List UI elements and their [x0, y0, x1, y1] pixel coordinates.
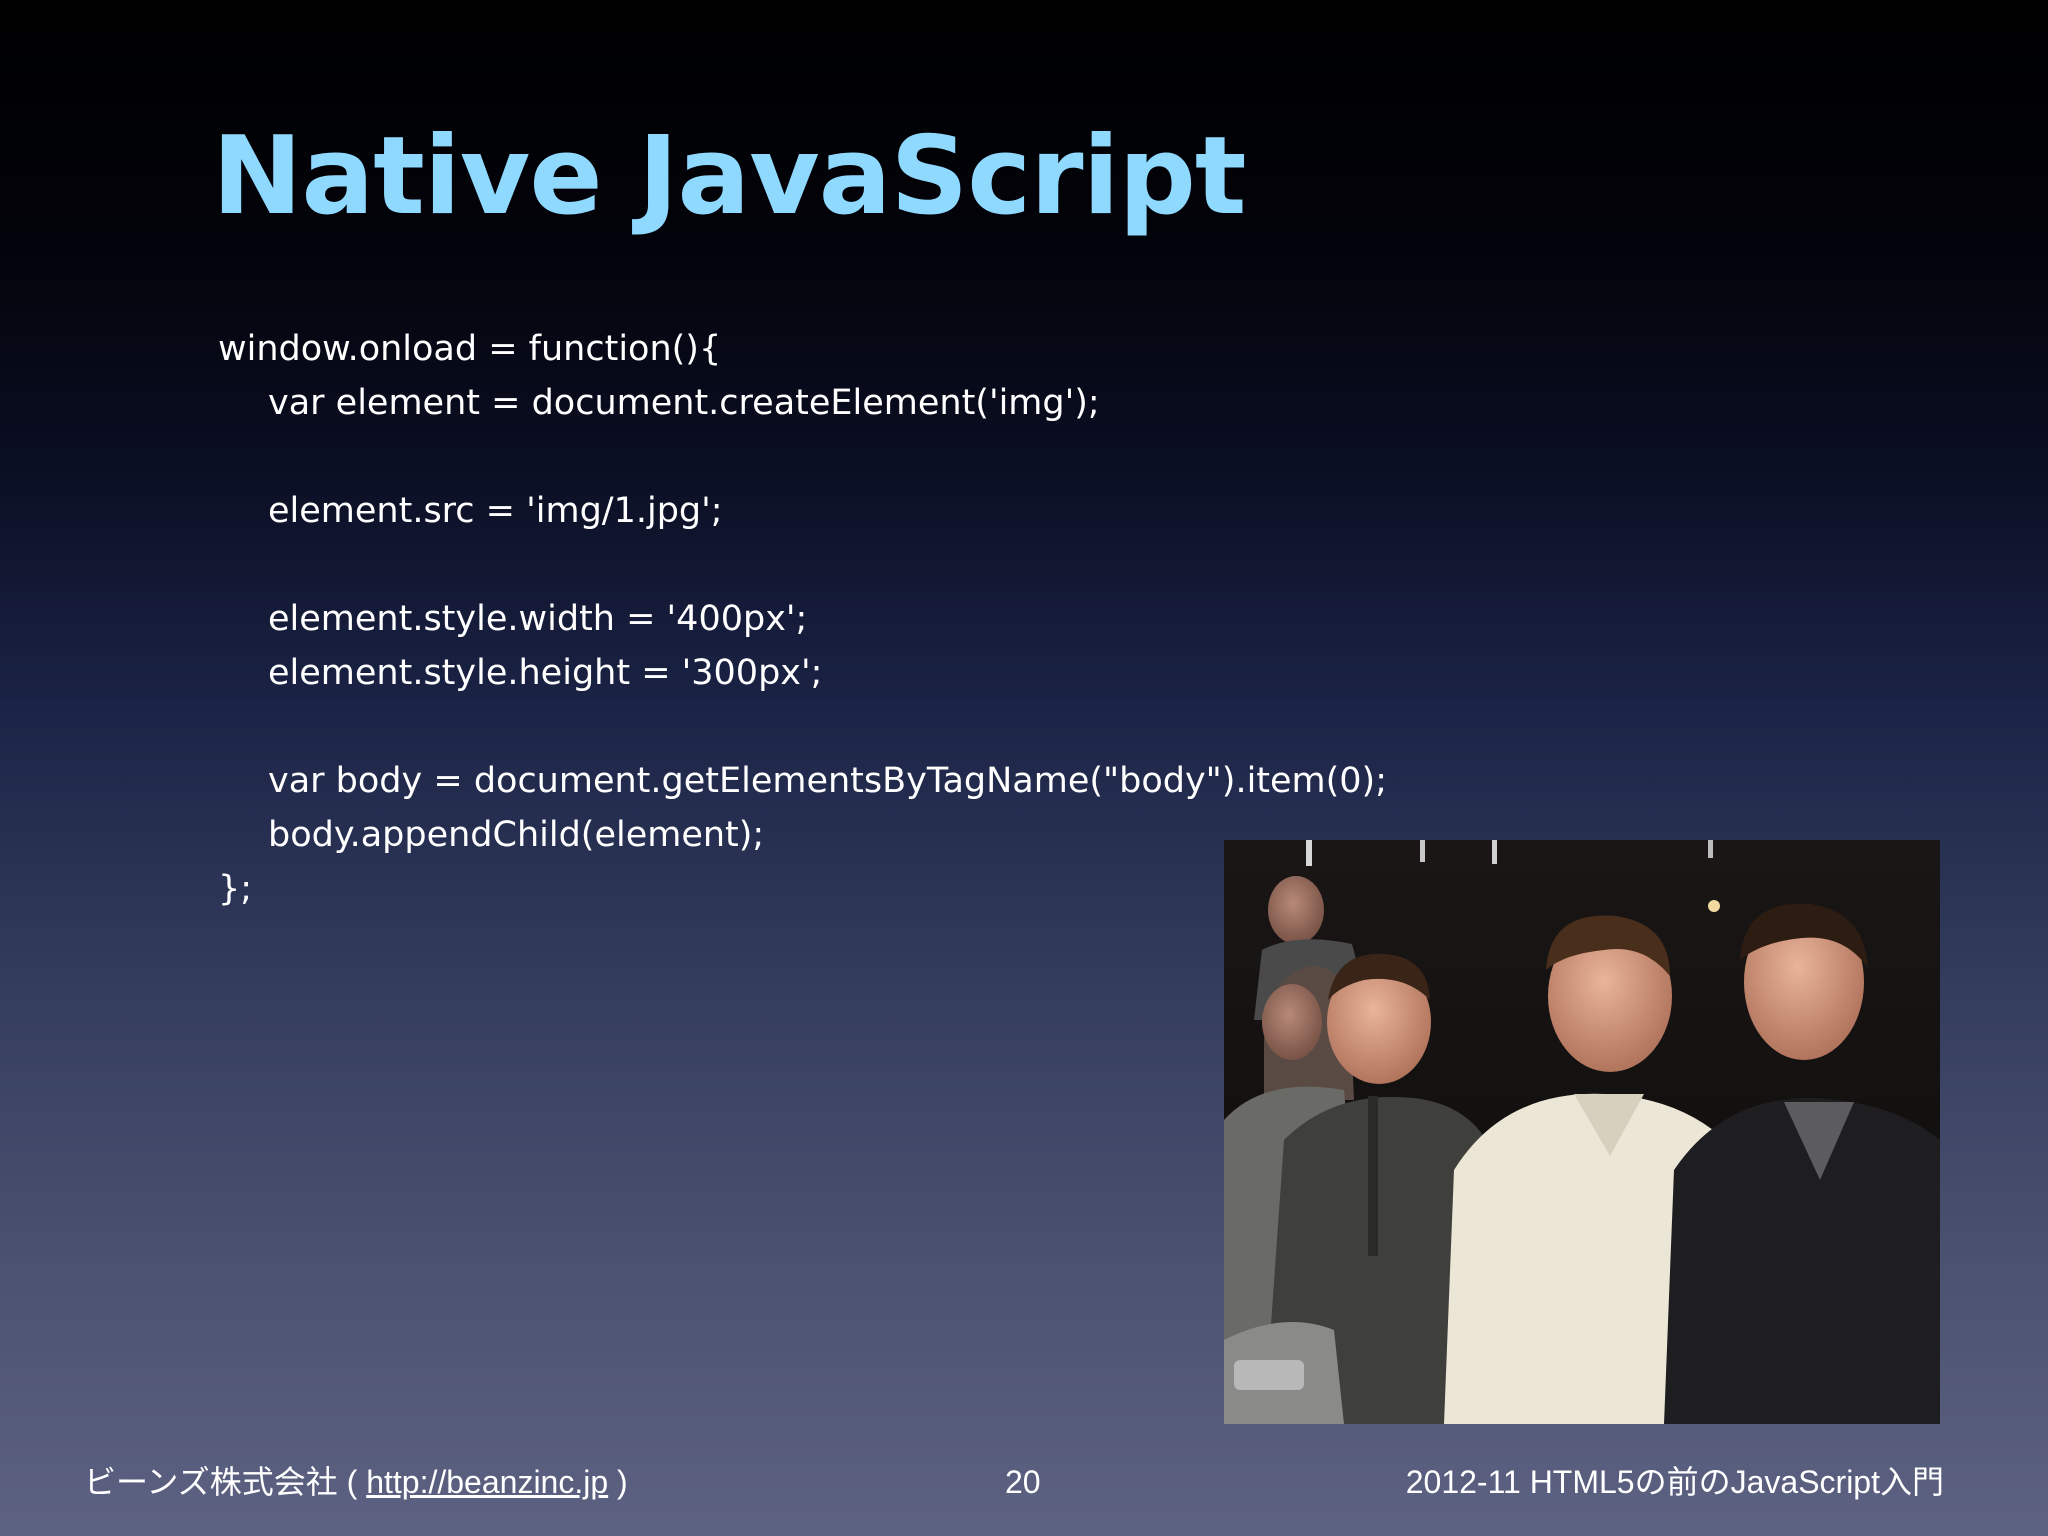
footer-company: ビーンズ株式会社 ( http://beanzinc.jp ) — [84, 1462, 628, 1502]
code-line: element.style.width = '400px'; — [268, 599, 808, 639]
presentation-title: 2012-11 HTML5の前のJavaScript入門 — [1405, 1464, 1944, 1500]
slide-title: Native JavaScript — [212, 114, 1247, 239]
page-number: 20 — [1005, 1464, 1041, 1500]
audience-photo-illustration — [1224, 840, 1940, 1424]
company-link[interactable]: http://beanzinc.jp — [366, 1464, 608, 1500]
code-line: element.src = 'img/1.jpg'; — [268, 491, 723, 531]
code-line: var body = document.getElementsByTagName… — [268, 761, 1388, 801]
code-line: element.style.height = '300px'; — [268, 653, 823, 693]
audience-photo — [1224, 840, 1940, 1424]
company-name: ビーンズ株式会社 ( — [84, 1464, 358, 1500]
code-line: var element = document.createElement('im… — [268, 383, 1100, 423]
code-block: window.onload = function(){ var element … — [218, 322, 1458, 916]
slide: Native JavaScript window.onload = functi… — [0, 0, 2048, 1536]
company-close: ) — [617, 1464, 628, 1500]
code-line: window.onload = function(){ — [218, 329, 722, 369]
